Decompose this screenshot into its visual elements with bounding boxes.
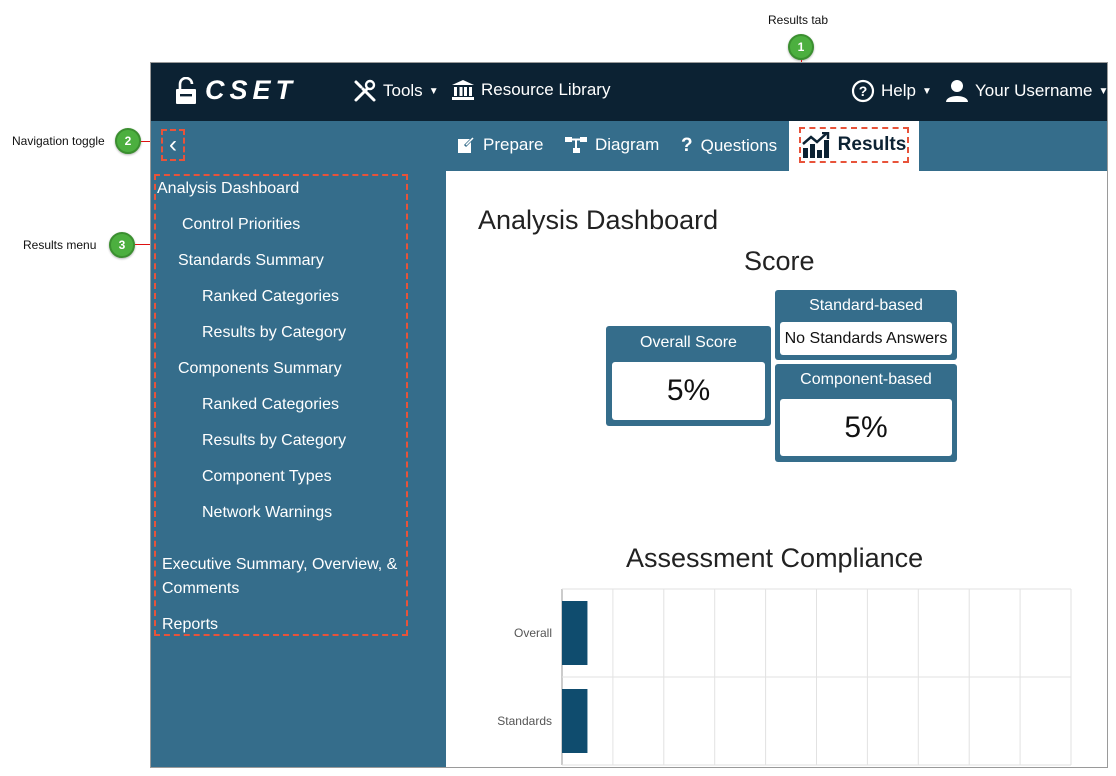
overall-score-label: Overall Score — [640, 334, 737, 351]
nav-toggle-callout-label: Navigation toggle — [12, 134, 105, 148]
tab-questions-label: Questions — [700, 136, 778, 155]
tools-icon — [354, 79, 376, 102]
library-icon — [452, 80, 474, 100]
results-menu-callout-badge: 3 — [109, 232, 135, 258]
menu-executive-summary-comments[interactable]: Comments — [162, 580, 239, 598]
app-window: CSET Tools ▼ Resource Library ? Help ▼ Y… — [150, 62, 1108, 768]
tools-menu[interactable]: Tools ▼ — [353, 79, 439, 103]
results-menu: Analysis Dashboard Control Priorities St… — [151, 171, 446, 767]
top-navbar: CSET Tools ▼ Resource Library ? Help ▼ Y… — [151, 63, 1108, 121]
menu-components-ranked-categories[interactable]: Ranked Categories — [202, 396, 339, 414]
menu-components-results-by-category[interactable]: Results by Category — [202, 432, 346, 450]
help-menu[interactable]: ? Help ▼ — [851, 79, 932, 103]
results-menu-callout-label: Results menu — [23, 238, 97, 252]
unlock-icon — [176, 76, 196, 104]
assessment-compliance-chart: Overall Standards — [497, 588, 1072, 766]
score-heading: Score — [744, 246, 815, 276]
menu-standards-ranked-categories[interactable]: Ranked Categories — [202, 288, 339, 306]
chart-bar-standards[interactable] — [562, 689, 588, 753]
tab-results[interactable]: Results — [789, 121, 919, 171]
tab-diagram[interactable]: Diagram — [565, 135, 659, 155]
tab-diagram-label: Diagram — [595, 135, 660, 154]
tab-prepare[interactable]: Prepare — [457, 135, 543, 155]
chevron-down-icon: ▼ — [921, 85, 932, 97]
chart-category-label: Overall — [514, 626, 552, 640]
edit-icon — [458, 136, 475, 153]
menu-component-types[interactable]: Component Types — [202, 468, 332, 486]
question-icon: ? — [681, 135, 693, 156]
results-tab-callout-label: Results tab — [768, 13, 829, 27]
standard-based-value: No Standards Answers — [780, 322, 952, 355]
chevron-down-icon: ▼ — [428, 85, 439, 97]
chevron-down-icon: ▼ — [1098, 85, 1108, 97]
svg-text:?: ? — [859, 83, 868, 99]
menu-components-summary[interactable]: Components Summary — [178, 360, 342, 378]
component-based-label: Component-based — [800, 371, 932, 388]
user-menu[interactable]: Your Username ▼ — [945, 79, 1108, 103]
standard-based-card: Standard-based No Standards Answers — [775, 290, 957, 360]
menu-executive-summary[interactable]: Executive Summary, Overview, & — [162, 556, 397, 574]
tab-results-label: Results — [837, 134, 907, 155]
navigation-toggle[interactable]: ‹ — [161, 129, 185, 161]
cset-logo[interactable]: CSET — [175, 75, 297, 106]
logo-text: CSET — [205, 75, 298, 105]
tab-prepare-label: Prepare — [483, 135, 544, 154]
diagram-icon — [565, 137, 587, 153]
nav-toggle-callout-badge: 2 — [115, 128, 141, 154]
chart-line-icon — [801, 132, 829, 158]
tab-bar: ‹ Prepare Diagram ? Questions Results — [151, 121, 1107, 171]
tab-questions[interactable]: ? Questions — [681, 135, 777, 157]
chart-bar-overall[interactable] — [562, 601, 588, 665]
resource-library-link[interactable]: Resource Library — [451, 79, 610, 101]
menu-analysis-dashboard[interactable]: Analysis Dashboard — [157, 180, 299, 198]
menu-control-priorities[interactable]: Control Priorities — [182, 216, 300, 234]
chart-category-label: Standards — [497, 714, 552, 728]
tools-label: Tools — [383, 81, 423, 100]
overall-score-value: 5% — [612, 362, 765, 420]
menu-reports[interactable]: Reports — [162, 616, 218, 634]
chevron-left-icon: ‹ — [169, 131, 177, 158]
tab-results-highlight: Results — [799, 127, 909, 163]
menu-network-warnings[interactable]: Network Warnings — [202, 504, 332, 522]
overall-score-card: Overall Score 5% — [606, 326, 771, 426]
resource-library-label: Resource Library — [481, 80, 611, 99]
help-icon: ? — [851, 79, 875, 103]
results-tab-callout-badge: 1 — [788, 34, 814, 60]
page-title: Analysis Dashboard — [478, 205, 719, 235]
menu-standards-summary[interactable]: Standards Summary — [178, 252, 324, 270]
assessment-compliance-heading: Assessment Compliance — [626, 543, 924, 573]
standard-based-label: Standard-based — [809, 297, 923, 314]
help-label: Help — [881, 81, 916, 100]
username-label: Your Username — [975, 81, 1093, 100]
main-content: Analysis Dashboard Score Overall Score 5… — [446, 171, 1107, 767]
user-icon — [946, 80, 968, 102]
menu-standards-results-by-category[interactable]: Results by Category — [202, 324, 346, 342]
component-based-card: Component-based 5% — [775, 364, 957, 462]
component-based-value: 5% — [780, 399, 952, 456]
